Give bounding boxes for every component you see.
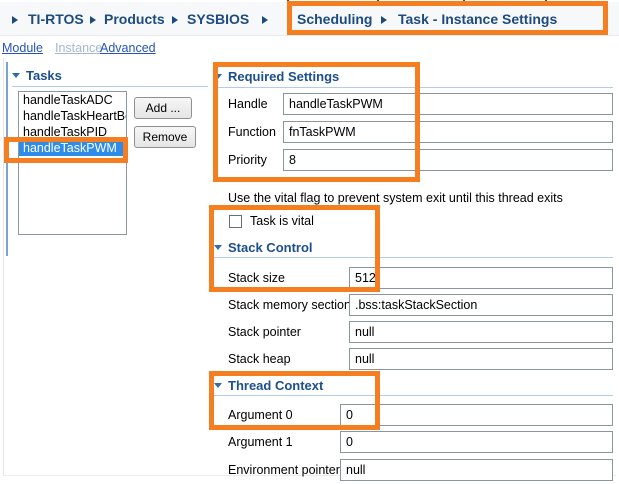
task-list-item[interactable]: handleTaskADC	[19, 92, 126, 108]
tasks-section-header[interactable]: Tasks	[12, 68, 208, 87]
breadcrumb-separator-icon	[381, 16, 387, 24]
stack-control-section-header[interactable]: Stack Control	[214, 240, 613, 258]
collapse-icon	[12, 73, 20, 78]
stack-heap-label: Stack heap	[228, 348, 291, 370]
handle-input[interactable]	[283, 93, 613, 115]
stack-control-title: Stack Control	[228, 240, 313, 255]
thread-context-section-header[interactable]: Thread Context	[214, 378, 613, 396]
breadcrumb-item-sysbios[interactable]: SYSBIOS	[187, 11, 249, 27]
breadcrumb-root-arrow-icon[interactable]	[12, 16, 18, 24]
collapse-icon	[214, 245, 222, 250]
task-is-vital-label: Task is vital	[250, 214, 314, 228]
priority-label: Priority	[228, 149, 267, 171]
vital-flag-hint: Use the vital flag to prevent system exi…	[228, 191, 563, 205]
stack-size-label: Stack size	[228, 267, 285, 289]
breadcrumb-separator-icon	[90, 16, 96, 24]
task-is-vital-checkbox[interactable]	[229, 215, 242, 228]
breadcrumb-item-products[interactable]: Products	[104, 11, 165, 27]
function-label: Function	[228, 121, 276, 143]
tasks-section-rail	[6, 62, 8, 256]
stack-pointer-input[interactable]	[349, 321, 613, 343]
add-task-button[interactable]: Add ...	[134, 97, 192, 119]
stack-pointer-label: Stack pointer	[228, 321, 301, 343]
thread-context-title: Thread Context	[228, 378, 323, 393]
handle-label: Handle	[228, 93, 268, 115]
left-frame-line	[3, 58, 4, 475]
stack-size-input[interactable]	[349, 267, 613, 289]
argument-0-label: Argument 0	[228, 404, 293, 426]
tasks-section-title: Tasks	[26, 68, 62, 83]
stack-memory-section-label: Stack memory section	[228, 294, 351, 316]
task-list-item-selected[interactable]: handleTaskPWM	[19, 140, 126, 156]
stack-memory-section-input[interactable]	[349, 294, 613, 316]
advanced-view-link[interactable]: Advanced	[100, 41, 156, 55]
stack-heap-input[interactable]	[349, 348, 613, 370]
module-view-link[interactable]: Module	[2, 41, 43, 55]
required-settings-section-header[interactable]: Required Settings	[214, 69, 613, 88]
priority-input[interactable]	[283, 149, 613, 171]
environment-pointer-label: Environment pointer	[228, 459, 340, 481]
breadcrumb-separator-icon	[262, 16, 268, 24]
collapse-icon	[214, 383, 222, 388]
function-input[interactable]	[283, 121, 613, 143]
instance-view-link: Instance	[55, 41, 102, 55]
argument-1-input[interactable]	[340, 431, 613, 453]
breadcrumb-item-scheduling[interactable]: Scheduling	[297, 11, 372, 27]
task-list-item[interactable]: handleTaskPID	[19, 124, 126, 140]
breadcrumb-item-task-instance-settings[interactable]: Task - Instance Settings	[398, 11, 557, 27]
argument-0-input[interactable]	[340, 404, 613, 426]
task-list-item[interactable]: handleTaskHeartBeat	[19, 108, 126, 124]
tasks-listbox[interactable]: handleTaskADC handleTaskHeartBeat handle…	[18, 91, 127, 235]
argument-1-label: Argument 1	[228, 431, 293, 453]
breadcrumb-separator-icon	[172, 16, 178, 24]
breadcrumb-item-ti-rtos[interactable]: TI-RTOS	[28, 11, 84, 27]
environment-pointer-input[interactable]	[340, 459, 613, 481]
required-settings-title: Required Settings	[228, 69, 339, 84]
remove-task-button[interactable]: Remove	[134, 126, 196, 148]
breadcrumb: TI-RTOS Products SYSBIOS Scheduling Task…	[0, 2, 619, 36]
collapse-icon	[214, 74, 222, 79]
task-instance-settings-page: TI-RTOS Products SYSBIOS Scheduling Task…	[0, 0, 619, 484]
